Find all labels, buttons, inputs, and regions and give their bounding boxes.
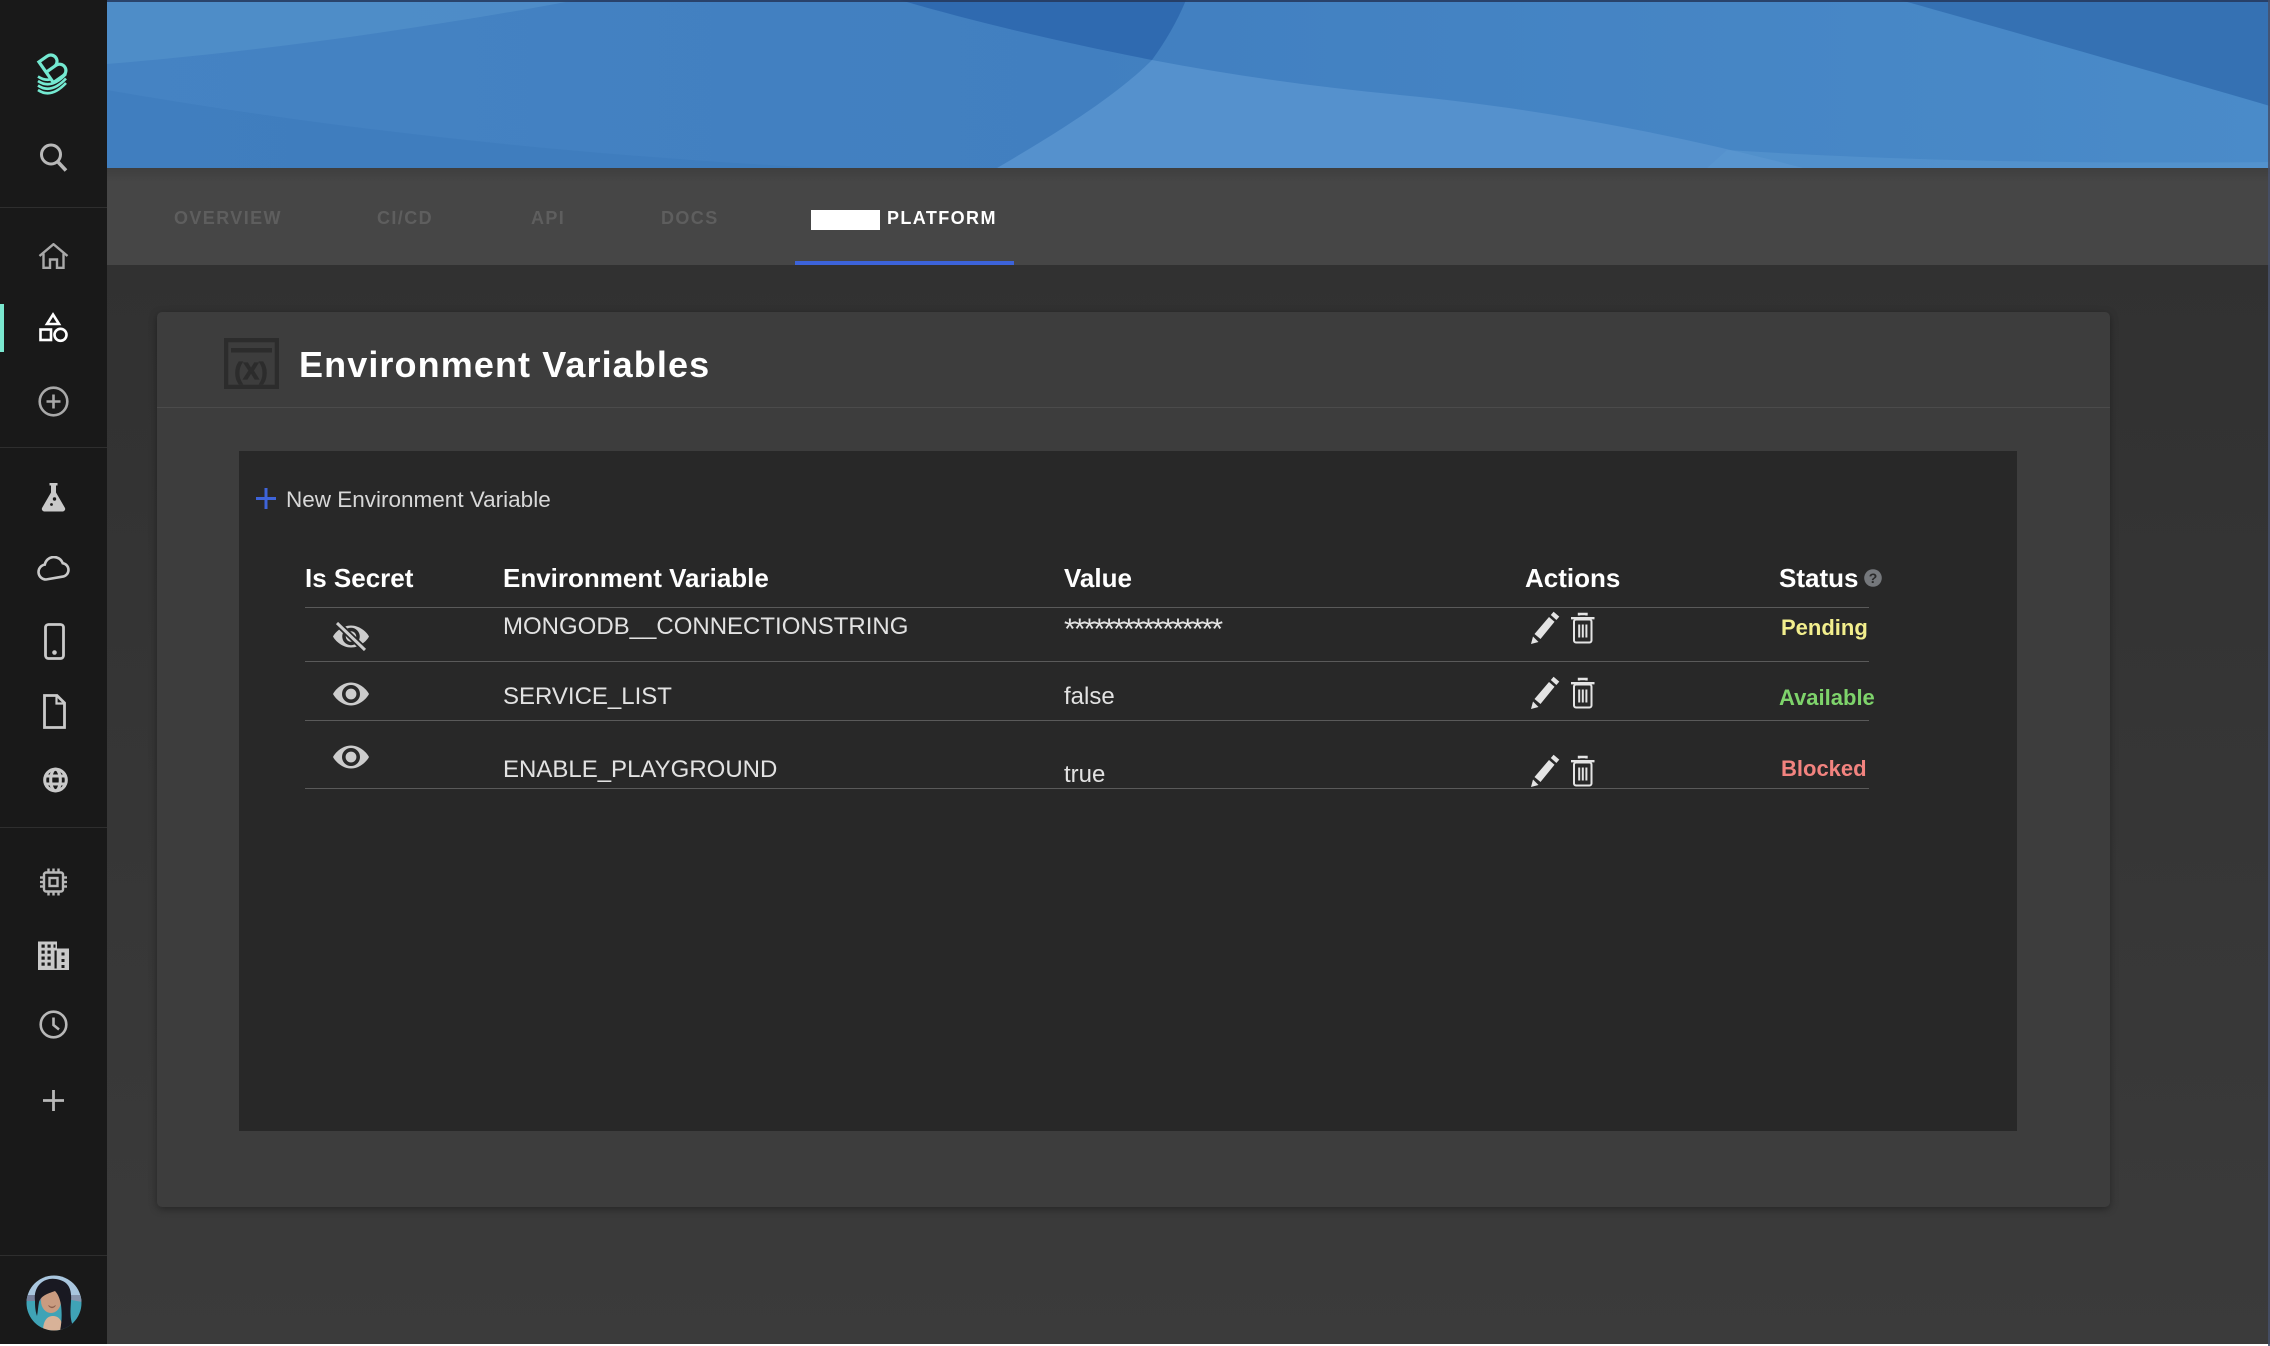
svg-text:(X): (X) [235,358,269,384]
svg-text:?: ? [1869,570,1878,586]
